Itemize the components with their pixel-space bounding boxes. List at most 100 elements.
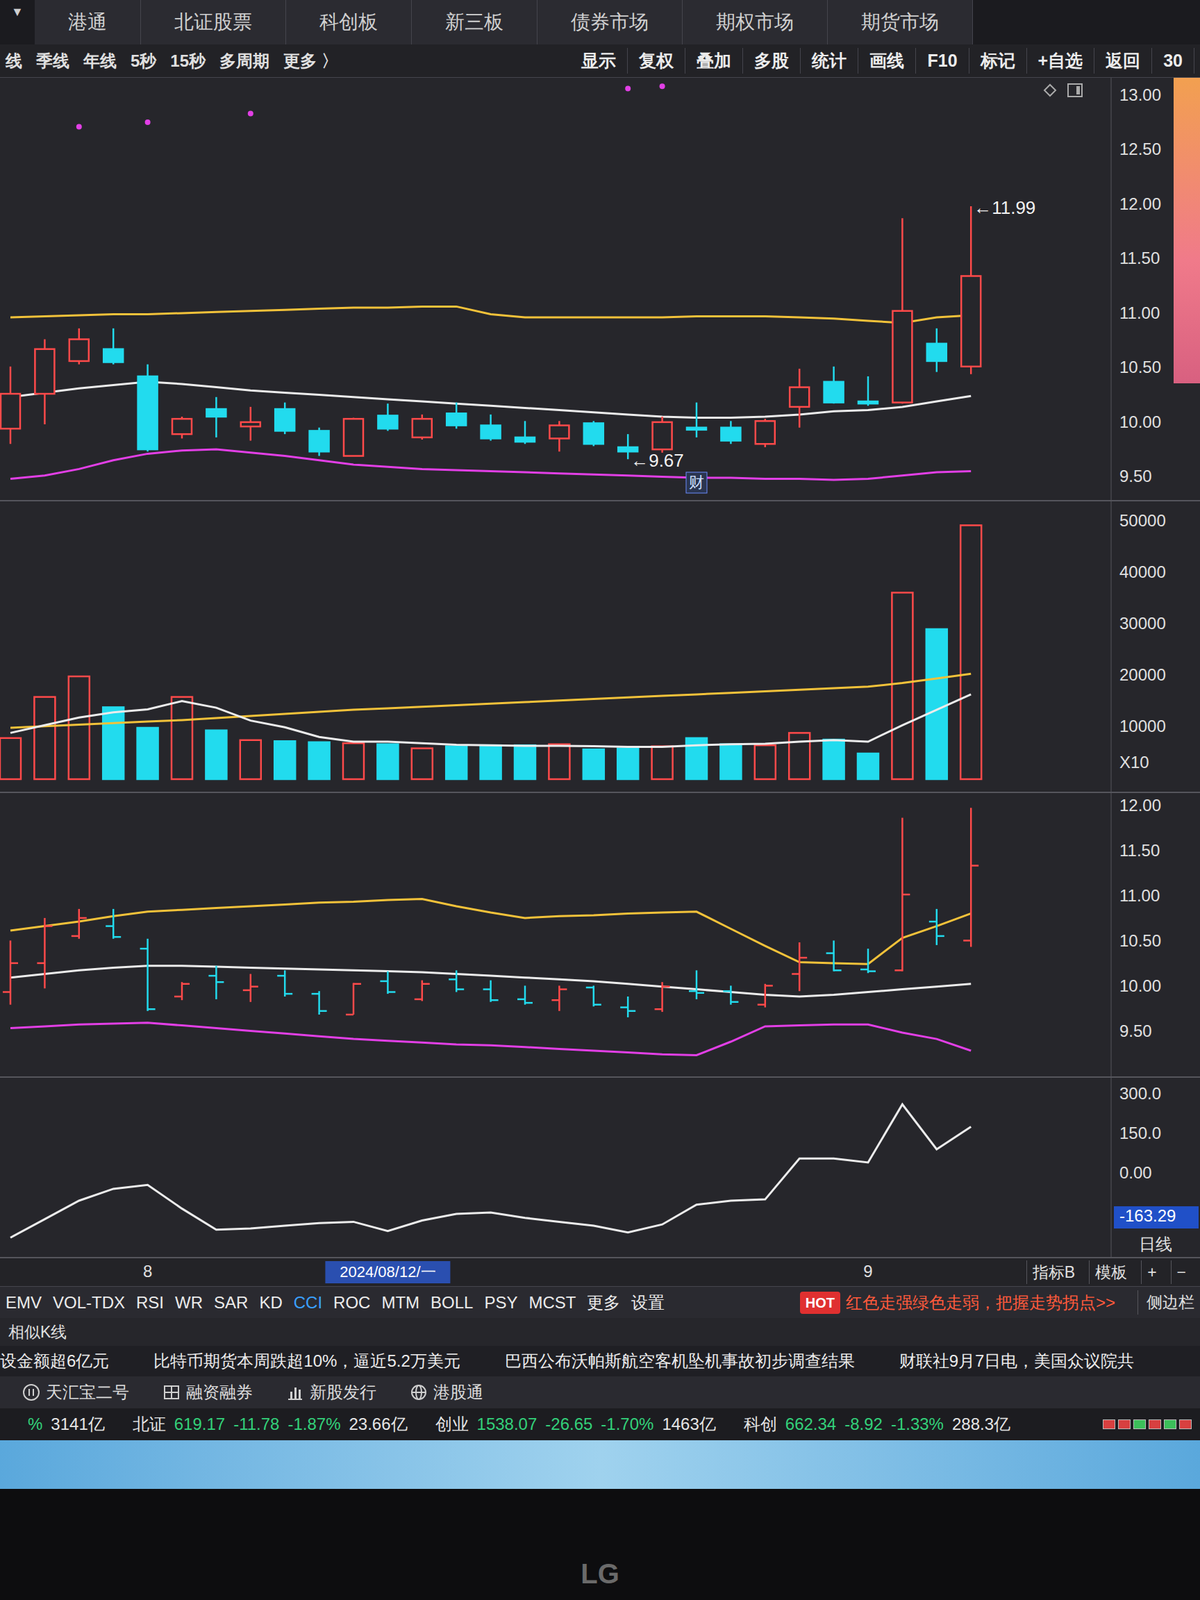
market-tab[interactable]: 北证股票 [140,0,287,45]
volume-bar[interactable] [34,697,55,780]
candle[interactable] [446,402,466,430]
volume-chart[interactable]: 5000040000300002000010000X10 [0,501,1200,794]
ohlc-bar[interactable] [174,981,190,1000]
candle[interactable] [549,420,569,452]
tool-button[interactable]: 融资融券 [162,1379,253,1405]
ohlc-bar[interactable] [791,942,807,991]
indicator-tool[interactable]: 指标B [1026,1260,1081,1285]
period-button[interactable]: 5秒 [130,48,157,74]
volume-bar[interactable] [411,748,433,780]
news-item[interactable]: 财联社9月7日电，美国众议院共 [899,1348,1135,1374]
ohlc-bar[interactable] [2,940,19,1005]
candle[interactable] [377,403,398,431]
ohlc-bar[interactable] [379,971,396,995]
tool-button[interactable]: 天汇宝二号 [22,1379,130,1405]
ohlc-bar[interactable] [243,974,259,1003]
candle[interactable] [686,402,707,438]
indicator-tab[interactable]: CCI [293,1290,323,1316]
ohlc-bar[interactable] [620,996,636,1018]
ohlc-bar[interactable] [105,909,121,939]
ohlc-bar[interactable] [414,980,430,1002]
candle[interactable] [652,416,673,453]
toolbar-button[interactable]: 显示 [581,47,628,75]
ohlc-bar[interactable] [586,985,602,1007]
index-quote[interactable]: 科创662.34-8.92-1.33%288.3亿 [743,1411,1011,1437]
candle[interactable] [584,420,604,446]
tool-button[interactable]: 新股发行 [286,1379,377,1405]
candle[interactable] [240,406,261,441]
ohlc-bar[interactable] [894,818,910,972]
tool-button[interactable]: 港股通 [409,1379,484,1405]
candle[interactable] [755,418,775,448]
volume-bar[interactable] [754,745,776,780]
toolbar-button[interactable]: 返回 [1105,47,1153,75]
indicator-tab[interactable]: EMV [5,1290,42,1316]
finance-badge[interactable]: 财 [686,472,707,494]
ohlc-bar[interactable] [963,807,979,947]
candle[interactable] [892,218,912,404]
indicator-tool[interactable]: 模板 [1088,1260,1133,1285]
indicator-tab[interactable]: BOLL [430,1290,473,1316]
hot-banner[interactable]: HOT红色走强绿色走弱，把握走势拐点>> [800,1290,1116,1316]
ohlc-bar[interactable] [311,990,328,1015]
candle[interactable] [789,368,810,428]
volume-bar[interactable] [445,746,467,780]
ohlc-bar[interactable] [551,985,567,1011]
volume-bar[interactable] [857,753,879,780]
candle[interactable] [34,339,55,425]
candle[interactable] [961,206,981,375]
volume-bar[interactable] [102,706,124,780]
period-button[interactable]: 15秒 [170,48,206,74]
ohlc-bar[interactable] [483,980,499,1003]
ohlc-bar[interactable] [722,985,739,1005]
indicator-tab[interactable]: MCST [528,1290,576,1316]
volume-bar[interactable] [583,749,605,780]
ohlc-bar[interactable] [517,985,533,1005]
volume-bar[interactable] [171,697,193,780]
ohlc-bar[interactable] [345,983,362,1016]
volume-bar[interactable] [617,748,639,780]
candle[interactable] [103,328,123,365]
candle[interactable] [481,414,501,441]
candle[interactable] [858,376,878,406]
volume-bar[interactable] [205,730,227,780]
market-tab[interactable]: 期货市场 [827,0,973,45]
volume-bar[interactable] [926,629,948,780]
volume-bar[interactable] [788,732,810,780]
diamond-icon[interactable] [1044,84,1056,96]
ohlc-bar[interactable] [860,948,876,973]
volume-bar[interactable] [240,740,262,780]
indicator-tab[interactable]: WR [175,1290,203,1316]
ohlc-bar[interactable] [140,938,156,1012]
toolbar-button[interactable]: F10 [927,47,969,75]
candle[interactable] [515,420,535,444]
ohlc-bar[interactable] [71,909,87,939]
news-item[interactable]: 设金额超6亿元 [0,1348,110,1374]
volume-bar[interactable] [480,745,502,780]
ohlc-bar[interactable] [688,970,705,1000]
indicator-tab[interactable]: VOL-TDX [52,1290,125,1316]
toolbar-button[interactable]: 复权 [638,47,686,75]
index-quote[interactable]: 创业1538.07-26.65-1.70%1463亿 [435,1411,716,1437]
panel-icon[interactable] [1068,84,1082,97]
candle[interactable] [309,427,330,457]
indicator-tool[interactable]: + [1140,1260,1162,1285]
ohlc-chart[interactable]: 12.0011.5011.0010.5010.009.50 [0,793,1200,1078]
ohlc-bar[interactable] [208,965,224,1000]
indicator-tab[interactable]: 设置 [631,1290,665,1316]
ohlc-bar[interactable] [757,984,773,1008]
market-tab[interactable]: 期权市场 [682,0,828,45]
volume-bar[interactable] [823,739,845,780]
indicator-tab[interactable]: RSI [136,1290,164,1316]
indicator-tool[interactable]: − [1170,1260,1192,1285]
volume-bar[interactable] [377,744,398,780]
similar-k-button[interactable]: 相似K线 [8,1320,67,1345]
toolbar-button[interactable]: 画线 [869,47,916,75]
index-quote[interactable]: 北证619.17-11.78-1.87%23.66亿 [132,1411,408,1437]
candle[interactable] [69,328,89,365]
candle[interactable] [275,402,295,435]
volume-bar[interactable] [891,592,913,780]
indicator-tab[interactable]: SAR [213,1290,248,1316]
period-button[interactable]: 多周期 [219,48,270,74]
period-button[interactable]: 线 [5,48,23,74]
